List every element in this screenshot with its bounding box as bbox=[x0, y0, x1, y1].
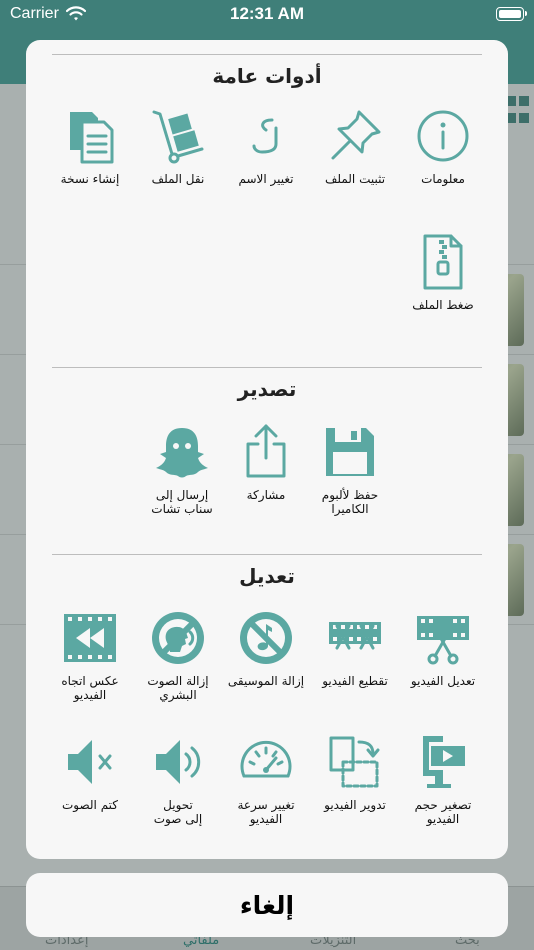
duplicate-label: إنشاء نسخة bbox=[60, 172, 120, 186]
video-edit-icon bbox=[417, 616, 469, 665]
send-to-snapchat-label: إرسال إلى سناب تشات bbox=[151, 488, 213, 516]
compress-file-label: ضغط الملف bbox=[412, 298, 474, 312]
compress-video-label: تصغير حجم الفيديو bbox=[414, 798, 472, 826]
to-audio-icon bbox=[156, 740, 201, 784]
section-title-general: أدوات عامة bbox=[212, 64, 322, 88]
remove-human-voice-label: إزالة الصوت البشري bbox=[147, 674, 209, 702]
mute-icon bbox=[68, 740, 112, 784]
change-video-speed-label: تغيير سرعة الفيديو bbox=[237, 798, 295, 826]
copy-icon bbox=[70, 112, 114, 164]
edit-video-button[interactable]: تعديل الفيديو bbox=[399, 608, 487, 688]
rename-button[interactable]: تغيير الاسم bbox=[222, 106, 310, 186]
move-file-label: نقل الملف bbox=[151, 172, 205, 186]
divider bbox=[52, 367, 482, 368]
section-title-edit: تعديل bbox=[239, 564, 295, 588]
pin-file-label: تثبيت الملف bbox=[324, 172, 386, 186]
mute-button[interactable]: كتم الصوت bbox=[46, 732, 134, 812]
compress-video-button[interactable]: تصغير حجم الفيديو bbox=[399, 732, 487, 826]
clock: 12:31 AM bbox=[229, 4, 304, 23]
info-button[interactable]: معلومات bbox=[399, 106, 487, 186]
video-cut-icon bbox=[329, 622, 381, 650]
change-video-speed-button[interactable]: تغيير سرعة الفيديو bbox=[222, 732, 310, 826]
duplicate-button[interactable]: إنشاء نسخة bbox=[46, 106, 134, 186]
send-to-snapchat-button[interactable]: إرسال إلى سناب تشات bbox=[138, 422, 226, 516]
rotate-video-button[interactable]: تدوير الفيديو bbox=[311, 732, 399, 812]
share-button[interactable]: مشاركة bbox=[222, 422, 310, 502]
action-sheet: أدوات عامة معلومات تثبيت الملف تغيير الا… bbox=[26, 40, 508, 859]
pin-icon bbox=[331, 110, 381, 160]
rotate-video-label: تدوير الفيديو bbox=[324, 798, 386, 812]
no-music-icon bbox=[240, 612, 292, 664]
rename-label: تغيير الاسم bbox=[238, 172, 294, 186]
convert-to-audio-label: تحويل إلى صوت bbox=[153, 798, 203, 826]
share-label: مشاركة bbox=[246, 488, 286, 502]
reverse-video-button[interactable]: عكس اتجاه الفيديو bbox=[46, 608, 134, 702]
status-bar: Carrier 12:31 AM bbox=[0, 0, 534, 30]
convert-to-audio-button[interactable]: تحويل إلى صوت bbox=[134, 732, 222, 826]
cancel-button[interactable]: إلغاء bbox=[26, 873, 508, 937]
save-to-camera-roll-label: حفظ لألبوم الكاميرا bbox=[321, 488, 379, 516]
remove-music-button[interactable]: إزالة الموسيقى bbox=[222, 608, 310, 688]
info-icon bbox=[417, 110, 469, 162]
floppy-icon bbox=[326, 428, 374, 476]
speedometer-icon bbox=[240, 740, 292, 778]
section-title-export: تصدير bbox=[237, 377, 297, 401]
rename-icon bbox=[252, 118, 278, 154]
reverse-video-label: عكس اتجاه الفيديو bbox=[61, 674, 119, 702]
battery-icon bbox=[496, 7, 527, 21]
pin-file-button[interactable]: تثبيت الملف bbox=[311, 106, 399, 186]
reverse-video-icon bbox=[64, 614, 116, 662]
hand-truck-icon bbox=[152, 110, 204, 164]
grid-view-icon bbox=[506, 96, 529, 126]
save-to-camera-roll-button[interactable]: حفظ لألبوم الكاميرا bbox=[306, 422, 394, 516]
trim-video-button[interactable]: تقطيع الفيديو bbox=[311, 608, 399, 688]
compress-file-button[interactable]: ضغط الملف bbox=[399, 232, 487, 312]
snapchat-ghost-icon bbox=[156, 428, 208, 478]
mute-label: كتم الصوت bbox=[61, 798, 119, 812]
no-voice-icon bbox=[152, 612, 204, 664]
info-label: معلومات bbox=[421, 172, 465, 186]
zip-file-icon bbox=[423, 234, 463, 290]
divider bbox=[52, 54, 482, 55]
compress-video-icon bbox=[423, 736, 465, 788]
remove-human-voice-button[interactable]: إزالة الصوت البشري bbox=[134, 608, 222, 702]
edit-video-label: تعديل الفيديو bbox=[410, 674, 476, 688]
divider bbox=[52, 554, 482, 555]
remove-music-label: إزالة الموسيقى bbox=[227, 674, 305, 688]
trim-video-label: تقطيع الفيديو bbox=[322, 674, 388, 688]
move-file-button[interactable]: نقل الملف bbox=[134, 106, 222, 186]
share-icon bbox=[246, 424, 286, 478]
rotate-video-icon bbox=[329, 736, 380, 788]
